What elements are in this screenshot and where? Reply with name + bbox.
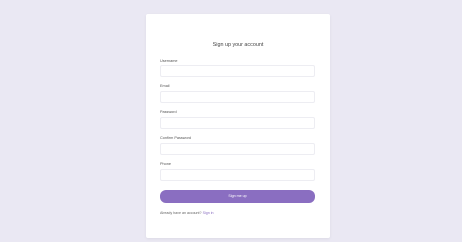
form-title: Sign up your account	[212, 42, 264, 48]
confirm-password-field[interactable]	[160, 143, 315, 155]
signin-prompt: Already have an account? Sign in	[160, 211, 214, 215]
signup-card: Sign up your account Username Email Pass…	[146, 14, 330, 238]
email-label: Email	[160, 84, 170, 88]
password-label: Password	[160, 110, 177, 114]
sign-up-button[interactable]: Sign me up	[160, 190, 315, 203]
email-field[interactable]	[160, 91, 315, 103]
signin-link[interactable]: Sign in	[203, 211, 214, 215]
username-field[interactable]	[160, 65, 315, 77]
confirm-password-label: Confirm Password	[160, 136, 192, 140]
phone-field[interactable]	[160, 169, 315, 181]
phone-label: Phone	[160, 162, 171, 166]
signin-prompt-text: Already have an account?	[160, 211, 202, 215]
password-field[interactable]	[160, 117, 315, 129]
username-label: Username	[160, 59, 178, 63]
